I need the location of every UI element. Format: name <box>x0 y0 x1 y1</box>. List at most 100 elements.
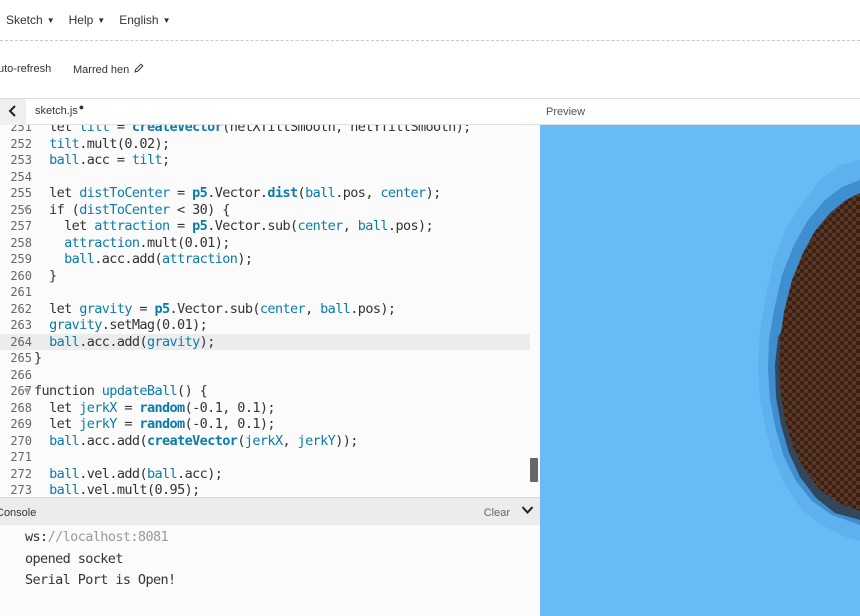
line-number: 265 <box>10 351 32 365</box>
console-clear-button[interactable]: Clear <box>484 507 510 519</box>
code-line[interactable]: 268 let jerkX = random(-0.1, 0.1); <box>0 400 530 417</box>
console-header: Console Clear <box>0 497 540 525</box>
code-line[interactable]: 269 let jerkY = random(-0.1, 0.1); <box>0 416 530 433</box>
code-line[interactable]: 253 ball.acc = tilt; <box>0 152 530 169</box>
menu-bar: Sketch ▼ Help ▼ English ▼ <box>0 0 860 41</box>
code-text: } <box>34 267 57 284</box>
editor-scrollbar[interactable] <box>530 458 538 482</box>
menu-sketch[interactable]: Sketch ▼ <box>6 13 55 27</box>
code-text: ball.acc = tilt; <box>49 152 170 168</box>
menu-language[interactable]: English ▼ <box>119 13 170 27</box>
line-number: 271 <box>10 450 32 464</box>
code-text: let tilt = createVector(netXTiltSmooth, … <box>49 125 471 135</box>
auto-refresh-label[interactable]: uto-refresh <box>0 63 51 75</box>
line-number: 260 <box>10 268 32 283</box>
caret-down-icon: ▼ <box>46 15 55 25</box>
unsaved-dot-icon: ● <box>78 102 85 112</box>
code-text: ball.acc.add(gravity); <box>49 333 215 350</box>
console-title: Console <box>0 507 37 519</box>
line-number: 263 <box>10 318 32 332</box>
code-text: function updateBall() { <box>34 383 208 399</box>
code-text: if (distToCenter < 30) { <box>49 201 230 218</box>
code-line[interactable]: 267 ▼ function updateBall() { <box>0 383 530 400</box>
ball-drawing <box>540 125 860 616</box>
fold-arrow-icon[interactable]: ▼ <box>24 202 29 219</box>
chevron-left-icon <box>8 104 18 120</box>
code-text: tilt.mult(0.02); <box>49 135 170 152</box>
sketch-name[interactable]: Marred hen <box>73 63 144 76</box>
preview-header: Preview <box>540 99 860 125</box>
code-line[interactable]: 265} <box>0 350 530 367</box>
chevron-down-icon[interactable] <box>521 503 534 518</box>
code-line[interactable]: 257 let attraction = p5.Vector.sub(cente… <box>0 218 530 235</box>
sketch-name-text: Marred hen <box>73 63 130 76</box>
collapse-sidebar-button[interactable] <box>0 99 26 125</box>
code-line[interactable]: 273 ball.vel.mult(0.95); <box>0 482 530 497</box>
code-line[interactable]: 251 let tilt = createVector(netXTiltSmoo… <box>0 125 530 136</box>
console-output: ws://localhost:8081 opened socket Serial P… <box>0 525 540 616</box>
preview-label: Preview <box>546 106 586 118</box>
code-text: ball.acc.add(attraction); <box>64 251 253 267</box>
code-editor[interactable]: 251 let tilt = createVector(netXTiltSmoo… <box>0 125 540 497</box>
menu-help-label: Help <box>68 13 94 27</box>
file-tab-label: sketch.js <box>35 105 78 117</box>
code-line[interactable]: 252 tilt.mult(0.02); <box>0 136 530 153</box>
code-line[interactable]: 256 ▼ if (distToCenter < 30) { <box>0 202 530 219</box>
code-text: let jerkX = random(-0.1, 0.1); <box>49 399 275 416</box>
line-number: 258 <box>10 235 32 250</box>
line-number: 254 <box>10 169 32 184</box>
line-number: 259 <box>10 252 32 266</box>
line-number: 261 <box>10 285 32 299</box>
console-message: ws://localhost:8081 <box>25 529 169 545</box>
code-line[interactable]: 263 gravity.setMag(0.01); <box>0 317 530 334</box>
code-text: attraction.mult(0.01); <box>64 234 230 251</box>
code-text: ball.acc.add(createVector(jerkX, jerkY))… <box>49 432 358 449</box>
code-text: } <box>34 350 42 366</box>
file-tab-sketch[interactable]: sketch.js ● <box>35 102 85 117</box>
code-line[interactable]: 271 <box>0 449 530 466</box>
console-message: opened socket <box>25 550 123 567</box>
code-line[interactable]: 264 ball.acc.add(gravity); <box>0 333 530 350</box>
code-text: let gravity = p5.Vector.sub(center, ball… <box>49 300 396 317</box>
code-line[interactable]: 254 <box>0 169 530 186</box>
menu-help[interactable]: Help ▼ <box>69 13 106 27</box>
code-line[interactable]: 255 let distToCenter = p5.Vector.dist(ba… <box>0 185 530 202</box>
line-number: 262 <box>10 301 32 316</box>
code-line[interactable]: 272 ball.vel.add(ball.acc); <box>0 466 530 483</box>
line-number: 269 <box>10 417 32 431</box>
fold-arrow-icon[interactable]: ▼ <box>24 383 29 400</box>
line-number: 253 <box>10 153 32 167</box>
toolbar: uto-refresh Marred hen <box>0 41 860 99</box>
code-line[interactable]: 260 } <box>0 268 530 285</box>
line-number: 252 <box>10 136 32 151</box>
line-number: 270 <box>10 433 32 448</box>
preview-canvas[interactable] <box>540 125 860 616</box>
console-message: Serial Port is Open! <box>25 572 176 588</box>
line-number: 255 <box>10 186 32 200</box>
code-line[interactable]: 262 let gravity = p5.Vector.sub(center, … <box>0 301 530 318</box>
line-number: 273 <box>10 483 32 497</box>
code-line[interactable]: 270 ball.acc.add(createVector(jerkX, jer… <box>0 433 530 450</box>
code-line[interactable]: 258 attraction.mult(0.01); <box>0 235 530 252</box>
code-line[interactable]: 266 <box>0 367 530 384</box>
code-text: let jerkY = random(-0.1, 0.1); <box>49 416 275 432</box>
editor-tab-bar: sketch.js ● <box>0 99 540 125</box>
line-number: 266 <box>10 367 32 382</box>
menu-language-label: English <box>119 13 159 27</box>
code-text: let attraction = p5.Vector.sub(center, b… <box>64 218 434 234</box>
line-number: 268 <box>10 400 32 415</box>
caret-down-icon: ▼ <box>162 15 171 25</box>
line-number: 264 <box>10 334 32 349</box>
code-line[interactable]: 261 <box>0 284 530 301</box>
caret-down-icon: ▼ <box>97 15 106 25</box>
code-text: ball.vel.mult(0.95); <box>49 482 200 497</box>
line-number: 272 <box>10 466 32 481</box>
pencil-icon[interactable] <box>134 63 144 76</box>
line-number: 257 <box>10 219 32 233</box>
line-number: 251 <box>10 125 32 134</box>
code-text: let distToCenter = p5.Vector.dist(ball.p… <box>49 185 441 201</box>
code-text: ball.vel.add(ball.acc); <box>49 465 223 482</box>
menu-sketch-label: Sketch <box>6 13 43 27</box>
code-line[interactable]: 259 ball.acc.add(attraction); <box>0 251 530 268</box>
code-text: gravity.setMag(0.01); <box>49 317 208 333</box>
